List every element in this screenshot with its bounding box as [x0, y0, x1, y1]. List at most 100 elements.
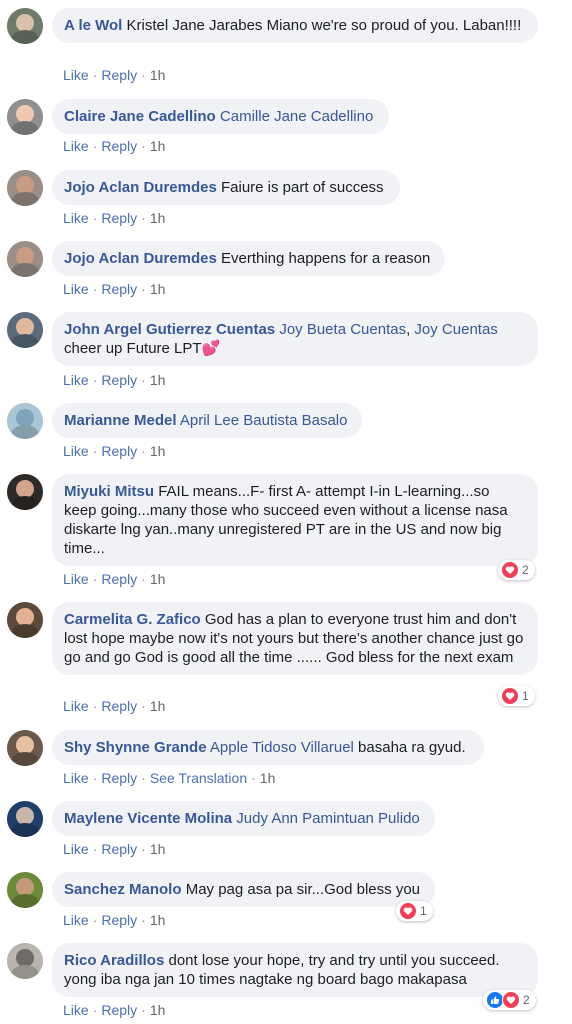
comment-text: cheer up Future LPT💕 [64, 340, 221, 357]
comment-author[interactable]: Jojo Aclan Duremdes [64, 179, 217, 196]
comment-author[interactable]: Jojo Aclan Duremdes [64, 250, 217, 267]
love-reaction-icon [399, 902, 417, 920]
separator-dot: · [92, 841, 98, 857]
like-button[interactable]: Like [63, 210, 89, 226]
timestamp[interactable]: 1h [150, 67, 166, 83]
avatar[interactable] [7, 872, 43, 908]
like-button[interactable]: Like [63, 281, 89, 297]
comment-actions: Like · Reply · 1h [63, 372, 165, 388]
tagged-user[interactable]: April Lee Bautista Basalo [180, 412, 348, 429]
avatar[interactable] [7, 241, 43, 277]
reply-button[interactable]: Reply [101, 443, 137, 459]
like-button[interactable]: Like [63, 841, 89, 857]
reply-button[interactable]: Reply [101, 1002, 137, 1018]
reaction-summary[interactable]: 1 [498, 686, 535, 706]
reaction-count: 1 [420, 904, 427, 918]
reply-button[interactable]: Reply [101, 770, 137, 786]
reply-button[interactable]: Reply [101, 698, 137, 714]
like-button[interactable]: Like [63, 770, 89, 786]
separator-dot: · [92, 443, 98, 459]
comment-bubble: John Argel Gutierrez Cuentas Joy Bueta C… [52, 312, 538, 366]
reply-button[interactable]: Reply [101, 138, 137, 154]
like-button[interactable]: Like [63, 698, 89, 714]
tagged-user[interactable]: Joy Cuentas [414, 321, 497, 338]
reply-button[interactable]: Reply [101, 841, 137, 857]
reply-button[interactable]: Reply [101, 281, 137, 297]
comment-author[interactable]: Claire Jane Cadellino [64, 108, 216, 125]
separator-dot: · [141, 571, 146, 587]
reply-button[interactable]: Reply [101, 912, 137, 928]
comment-author[interactable]: Shy Shynne Grande [64, 739, 207, 756]
timestamp[interactable]: 1h [150, 698, 166, 714]
avatar[interactable] [7, 99, 43, 135]
reply-button[interactable]: Reply [101, 210, 137, 226]
avatar[interactable] [7, 312, 43, 348]
reply-button[interactable]: Reply [101, 571, 137, 587]
avatar[interactable] [7, 943, 43, 979]
like-button[interactable]: Like [63, 443, 89, 459]
timestamp[interactable]: 1h [150, 841, 166, 857]
timestamp[interactable]: 1h [150, 372, 166, 388]
timestamp[interactable]: 1h [150, 210, 166, 226]
like-button[interactable]: Like [63, 372, 89, 388]
avatar[interactable] [7, 8, 43, 44]
timestamp[interactable]: 1h [150, 443, 166, 459]
comment-text: Everthing happens for a reason [221, 250, 431, 267]
like-button[interactable]: Like [63, 912, 89, 928]
separator-dot: · [141, 698, 146, 714]
avatar[interactable] [7, 730, 43, 766]
comment-author[interactable]: Rico Aradillos [64, 952, 164, 969]
comment-author[interactable]: Miyuki Mitsu [64, 483, 154, 500]
comment-author[interactable]: John Argel Gutierrez Cuentas [64, 321, 275, 338]
tagged-user[interactable]: Joy Bueta Cuentas [279, 321, 406, 338]
reaction-summary[interactable]: 2 [483, 990, 536, 1010]
tagged-user[interactable]: Apple Tidoso Villaruel [210, 739, 354, 756]
comment-bubble: Rico Aradillos dont lose your hope, try … [52, 943, 538, 997]
reply-button[interactable]: Reply [101, 67, 137, 83]
separator-dot: · [92, 698, 98, 714]
comment-author[interactable]: Marianne Medel [64, 412, 177, 429]
reaction-summary[interactable]: 1 [396, 901, 433, 921]
separator-dot: · [92, 210, 98, 226]
avatar[interactable] [7, 403, 43, 439]
avatar[interactable] [7, 801, 43, 837]
comment-actions: Like · Reply · 1h [63, 1002, 165, 1018]
comment-actions: Like · Reply · 1h [63, 841, 165, 857]
timestamp[interactable]: 1h [150, 571, 166, 587]
separator-dot: · [141, 210, 146, 226]
comment-actions: Like · Reply · 1h [63, 210, 165, 226]
timestamp[interactable]: 1h [150, 281, 166, 297]
timestamp[interactable]: 1h [150, 912, 166, 928]
like-button[interactable]: Like [63, 1002, 89, 1018]
comment-bubble: Shy Shynne Grande Apple Tidoso Villaruel… [52, 730, 484, 765]
comment-author[interactable]: A le Wol [64, 17, 122, 34]
avatar[interactable] [7, 602, 43, 638]
separator-dot: · [141, 443, 146, 459]
timestamp[interactable]: 1h [150, 1002, 166, 1018]
tagged-user[interactable]: Judy Ann Pamintuan Pulido [236, 810, 419, 827]
love-reaction-icon [501, 687, 519, 705]
tagged-user[interactable]: Camille Jane Cadellino [220, 108, 373, 125]
comment-actions: Like · Reply · 1h [63, 281, 165, 297]
avatar[interactable] [7, 474, 43, 510]
separator-dot: · [141, 912, 146, 928]
like-button[interactable]: Like [63, 571, 89, 587]
comment-bubble: Carmelita G. Zafico God has a plan to ev… [52, 602, 538, 675]
comment-author[interactable]: Carmelita G. Zafico [64, 611, 201, 628]
see-translation-button[interactable]: See Translation [150, 770, 247, 786]
like-button[interactable]: Like [63, 67, 89, 83]
avatar[interactable] [7, 170, 43, 206]
love-reaction-icon [502, 991, 520, 1009]
comment-author[interactable]: Sanchez Manolo [64, 881, 182, 898]
separator-dot: · [141, 281, 146, 297]
comment-author[interactable]: Maylene Vicente Molina [64, 810, 232, 827]
timestamp[interactable]: 1h [150, 138, 166, 154]
comment-bubble: Sanchez Manolo May pag asa pa sir...God … [52, 872, 435, 907]
reaction-summary[interactable]: 2 [498, 560, 535, 580]
timestamp[interactable]: 1h [260, 770, 276, 786]
like-button[interactable]: Like [63, 138, 89, 154]
separator-dot: · [92, 1002, 98, 1018]
comment-bubble: A le Wol Kristel Jane Jarabes Miano we'r… [52, 8, 538, 43]
reply-button[interactable]: Reply [101, 372, 137, 388]
separator-dot: · [92, 67, 98, 83]
